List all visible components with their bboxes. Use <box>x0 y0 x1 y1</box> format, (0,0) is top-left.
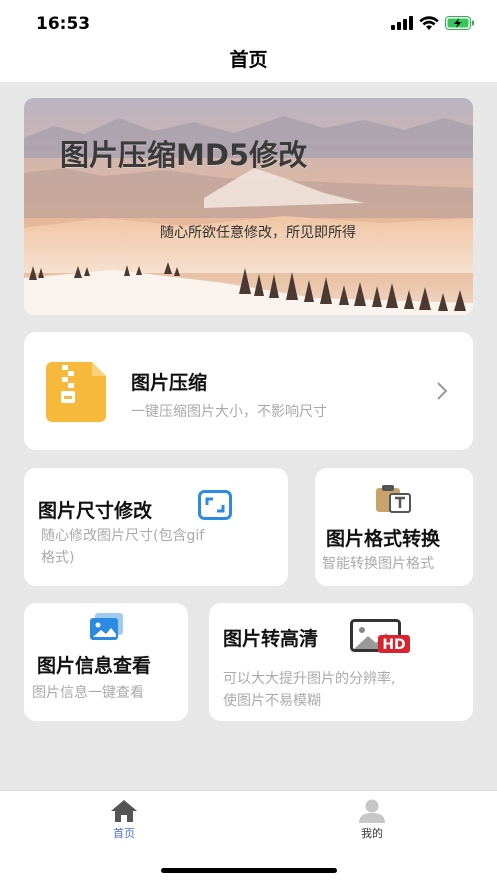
resize-title: 图片尺寸修改 <box>38 500 153 522</box>
tab-mine-label: 我的 <box>361 827 383 840</box>
signal-icon <box>391 16 413 30</box>
tab-home-label: 首页 <box>113 827 135 840</box>
format-convert-card[interactable]: 图片格式转换 智能转换图片格式 <box>315 468 473 586</box>
compress-card[interactable]: 图片压缩 一键压缩图片大小，不影响尺寸 <box>24 332 473 450</box>
hd-convert-subtitle-line1: 可以大大提升图片的分辨率, <box>223 671 396 687</box>
nav-bar: 首页 <box>0 46 497 82</box>
image-info-subtitle: 图片信息一键查看 <box>32 685 144 701</box>
zip-file-icon <box>46 362 106 422</box>
image-info-card[interactable]: 图片信息查看 图片信息一键查看 <box>24 603 188 721</box>
battery-charging-icon <box>445 16 474 30</box>
image-card-icon <box>90 613 123 640</box>
format-convert-subtitle: 智能转换图片格式 <box>322 556 434 572</box>
format-convert-title: 图片格式转换 <box>326 528 441 550</box>
hd-convert-subtitle-line2: 使图片不易模糊 <box>223 693 321 709</box>
banner-subtitle: 随心所欲任意修改，所见即所得 <box>160 225 356 241</box>
banner-landscape-image <box>24 98 473 315</box>
hd-convert-title: 图片转高清 <box>223 628 319 650</box>
user-icon <box>359 799 385 823</box>
compress-subtitle: 一键压缩图片大小，不影响尺寸 <box>131 404 327 420</box>
page-title: 首页 <box>229 49 268 71</box>
hd-badge-text: HD <box>382 637 405 653</box>
clipboard-text-icon <box>376 485 411 513</box>
resize-subtitle-line2: 格式) <box>41 550 75 566</box>
home-icon <box>111 800 137 822</box>
wifi-icon <box>419 16 439 30</box>
hd-image-icon: HD <box>350 619 410 653</box>
banner-title: 图片压缩MD5修改 <box>60 138 308 172</box>
main-content[interactable]: 图片压缩MD5修改 随心所欲任意修改，所见即所得 图片压缩 一键压缩图片大小，不… <box>0 82 497 790</box>
hd-convert-card[interactable]: 图片转高清 HD 可以大大提升图片的分辨率, 使图片不易模糊 <box>209 603 473 721</box>
chevron-right-icon <box>437 382 448 400</box>
resize-card[interactable]: 图片尺寸修改 随心修改图片尺寸(包含gif 格式) <box>24 468 288 586</box>
image-info-title: 图片信息查看 <box>37 655 152 677</box>
compress-title: 图片压缩 <box>131 372 208 394</box>
status-bar: 16:53 <box>0 0 497 46</box>
status-time: 16:53 <box>36 14 91 34</box>
status-icons <box>391 16 475 30</box>
home-indicator <box>161 868 337 873</box>
resize-subtitle-line1: 随心修改图片尺寸(包含gif <box>41 528 205 544</box>
resize-icon <box>198 490 232 520</box>
banner[interactable]: 图片压缩MD5修改 随心所欲任意修改，所见即所得 <box>24 98 473 315</box>
tab-mine[interactable]: 我的 <box>350 799 394 841</box>
tab-home[interactable]: 首页 <box>102 799 146 841</box>
